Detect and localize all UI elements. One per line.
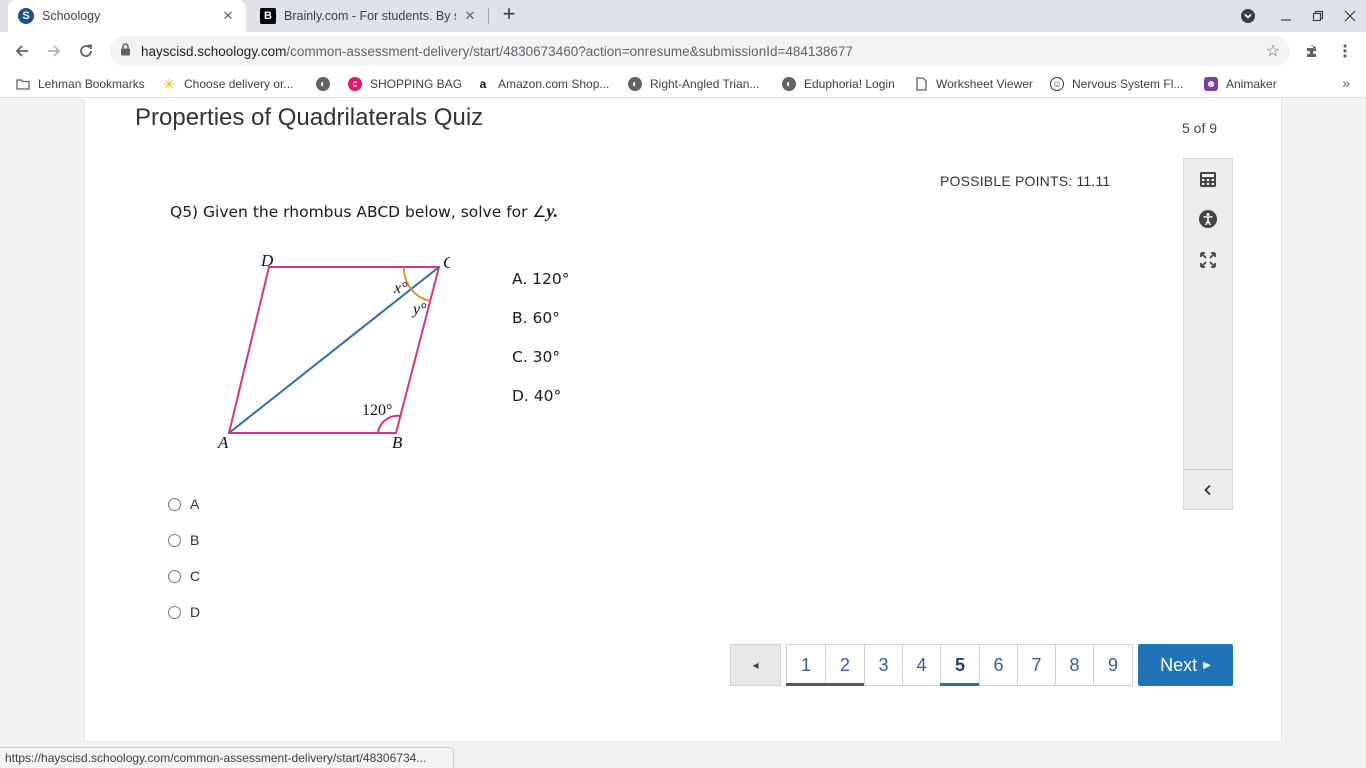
minimize-icon[interactable] (1270, 0, 1302, 32)
bookmark-walmart[interactable]: ✳ Choose delivery or... (162, 70, 293, 98)
answer-option-d[interactable]: D (168, 594, 200, 630)
reload-icon[interactable] (73, 39, 99, 63)
tab-title: Brainly.com - For students. By st (284, 9, 456, 23)
calculator-icon[interactable] (1184, 159, 1232, 199)
page-button-9[interactable]: 9 (1093, 644, 1133, 686)
tools-panel (1183, 158, 1233, 510)
page-button-3[interactable]: 3 (864, 644, 903, 686)
close-icon[interactable]: ✕ (220, 8, 236, 24)
bookmark-nervous-system[interactable]: ☺ Nervous System Fl... (1050, 70, 1183, 98)
globe-icon: ◐ (628, 77, 642, 91)
bookmark-worksheet-viewer[interactable]: Worksheet Viewer (914, 70, 1033, 98)
choice-list: A. 120° B. 60° C. 30° D. 40° (512, 270, 570, 426)
back-arrow-icon[interactable] (9, 39, 35, 63)
answer-option-c[interactable]: C (168, 558, 200, 594)
bookmark-globe[interactable]: ◐ (316, 70, 338, 98)
folder-icon (16, 77, 30, 91)
tab-title: Schoology (42, 9, 101, 23)
bookmark-shopping-bag[interactable]: c SHOPPING BAG (348, 70, 462, 98)
walmart-icon: ✳ (163, 75, 175, 92)
globe-icon: ◐ (782, 77, 796, 91)
choice-text-b: B. 60° (512, 309, 560, 327)
radio-a[interactable] (168, 497, 181, 511)
shop-icon: c (348, 77, 362, 91)
tab-search-icon[interactable] (1232, 0, 1264, 32)
url-host: hayscisd.schoology.com (141, 43, 287, 59)
amazon-icon: a (479, 77, 487, 91)
angle-y-arc (410, 288, 431, 302)
animaker-icon: ☻ (1204, 77, 1218, 91)
previous-question-button[interactable]: ◂ (730, 644, 781, 686)
page-button-4[interactable]: 4 (902, 644, 941, 686)
browser-tabbar: S Schoology ✕ B Brainly.com - For studen… (0, 0, 1366, 32)
collapse-panel-chevron-icon[interactable] (1184, 469, 1232, 510)
radio-d[interactable] (168, 605, 181, 619)
page-button-1[interactable]: 1 (786, 644, 826, 686)
next-button[interactable]: Next ▶ (1138, 644, 1233, 686)
menu-kebab-icon[interactable] (1332, 39, 1358, 63)
extensions-icon[interactable] (1299, 39, 1325, 63)
radio-c[interactable] (168, 569, 181, 583)
page-icon (914, 77, 928, 91)
answer-option-b[interactable]: B (168, 522, 200, 558)
choice-text-c: C. 30° (512, 348, 561, 366)
bookmark-star-icon[interactable]: ☆ (1266, 41, 1280, 61)
bookmark-eduphoria[interactable]: ◐ Eduphoria! Login (782, 70, 895, 98)
question-count: 5 of 9 (1182, 120, 1218, 136)
angle-b-label: 120° (362, 402, 392, 419)
play-triangle-icon: ▶ (1203, 659, 1211, 671)
bookmark-animaker[interactable]: ☻ Animaker (1204, 70, 1277, 98)
answer-options: A B C D (168, 486, 200, 630)
globe-icon: ◐ (316, 77, 330, 91)
choice-text-a: A. 120° (512, 270, 570, 288)
angle-x-label: x° (393, 280, 408, 297)
bookmark-lehman[interactable]: Lehman Bookmarks (16, 70, 145, 98)
page-button-6[interactable]: 6 (979, 644, 1018, 686)
page-button-8[interactable]: 8 (1055, 644, 1094, 686)
bookmarks-bar: Lehman Bookmarks ✳ Choose delivery or...… (0, 70, 1366, 98)
fullscreen-icon[interactable] (1184, 240, 1232, 280)
tab-brainly[interactable]: B Brainly.com - For students. By st ✕ (250, 0, 488, 32)
forward-arrow-icon[interactable] (41, 39, 67, 63)
rhombus-figure: D C A B x° y° 120° (217, 251, 450, 452)
window-close-icon[interactable] (1334, 0, 1366, 32)
angle-y-label: y° (411, 301, 427, 318)
page-button-7[interactable]: 7 (1017, 644, 1056, 686)
assessment-card: Properties of Quadrilaterals Quiz 5 of 9… (84, 98, 1282, 742)
chevron-double-right-icon[interactable]: » (1342, 75, 1350, 91)
question-text: Q5) Given the rhombus ABCD below, solve … (170, 201, 559, 221)
bookmark-amazon[interactable]: a Amazon.com Shop... (476, 70, 610, 98)
url-path: /common-assessment-delivery/start/483067… (286, 43, 853, 59)
vertex-a-label: A (217, 433, 229, 452)
choice-text-d: D. 40° (512, 387, 562, 405)
page-button-5[interactable]: 5 (940, 644, 980, 686)
address-toolbar: hayscisd.schoology.com/common-assessment… (0, 32, 1366, 70)
page-button-2[interactable]: 2 (825, 644, 865, 686)
close-icon[interactable]: ✕ (462, 8, 478, 24)
restore-icon[interactable] (1302, 0, 1334, 32)
bookmark-right-angled[interactable]: ◐ Right-Angled Trian... (628, 70, 759, 98)
page-title: Properties of Quadrilaterals Quiz (135, 104, 484, 131)
tab-divider (488, 8, 489, 24)
brain-icon: ☺ (1050, 77, 1064, 91)
accessibility-icon[interactable] (1184, 199, 1232, 239)
link-status-bar: https://hayscisd.schoology.com/common-as… (0, 747, 454, 768)
radio-b[interactable] (168, 533, 181, 547)
diagonal-ac (228, 266, 440, 434)
tab-schoology[interactable]: S Schoology ✕ (8, 0, 246, 32)
vertex-d-label: D (260, 251, 274, 270)
vertex-b-label: B (392, 433, 403, 452)
possible-points: POSSIBLE POINTS: 11.11 (940, 173, 1111, 189)
lock-icon[interactable] (120, 43, 131, 59)
vertex-c-label: C (443, 253, 450, 272)
answer-option-a[interactable]: A (168, 486, 200, 522)
schoology-icon: S (18, 8, 34, 24)
url-bar[interactable]: hayscisd.schoology.com/common-assessment… (110, 36, 1290, 66)
brainly-icon: B (260, 8, 276, 24)
new-tab-icon[interactable]: + (498, 3, 520, 26)
